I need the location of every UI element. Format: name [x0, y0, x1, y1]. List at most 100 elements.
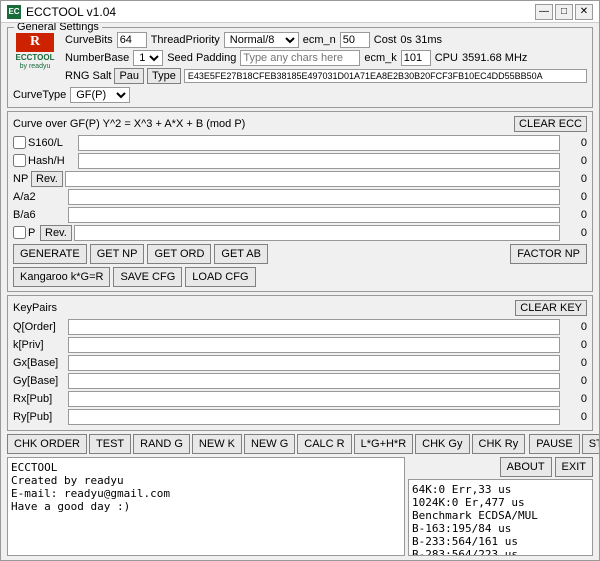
general-settings-group: General Settings R ECCTOOL by readyu Cur…: [7, 27, 593, 108]
curve-type-row: CurveType GF(P): [13, 87, 587, 103]
action-row2: Kangaroo k*G=R SAVE CFG LOAD CFG: [13, 267, 587, 287]
test-button[interactable]: TEST: [89, 434, 131, 454]
p-rev-button[interactable]: Rev.: [40, 225, 72, 241]
k-priv-value: 0: [562, 339, 587, 351]
factor-np-button[interactable]: FACTOR NP: [510, 244, 587, 264]
thread-priority-select[interactable]: Normal/8: [224, 32, 299, 48]
log-line-4: Have a good day :): [11, 500, 401, 513]
rx-row: Rx[Pub] 0: [13, 390, 587, 407]
k-priv-input[interactable]: [68, 337, 560, 353]
chk-gy-button[interactable]: CHK Gy: [415, 434, 469, 454]
s160-checkbox[interactable]: [13, 136, 26, 149]
curve-bits-label: CurveBits: [65, 34, 113, 46]
np-input[interactable]: [65, 171, 560, 187]
new-k-button[interactable]: NEW K: [192, 434, 242, 454]
b-value: 0: [562, 209, 587, 221]
keypairs-section: KeyPairs CLEAR KEY Q[Order] 0 k[Priv] 0 …: [7, 295, 593, 431]
ry-label: Ry[Pub]: [13, 411, 68, 423]
logo-ecctool: ECCTOOL: [16, 53, 55, 63]
p-checkbox[interactable]: [13, 226, 26, 239]
stop-button[interactable]: STOP: [582, 434, 599, 454]
clear-ecc-button[interactable]: CLEAR ECC: [514, 116, 587, 132]
s160-input[interactable]: [78, 135, 560, 151]
a-input[interactable]: [68, 189, 560, 205]
output-line-3: Benchmark ECDSA/MUL: [412, 509, 589, 522]
ry-input[interactable]: [68, 409, 560, 425]
chk-order-button[interactable]: CHK ORDER: [7, 434, 87, 454]
gy-row: Gy[Base] 0: [13, 372, 587, 389]
s160-row: S160/L 0: [13, 134, 587, 151]
log-panel: ECCTOOL Created by readyu E-mail: readyu…: [7, 457, 405, 556]
close-button[interactable]: ✕: [575, 4, 593, 20]
hash-value: 0: [562, 155, 587, 167]
window-controls: — □ ✕: [535, 4, 593, 20]
ecm-k-input[interactable]: [401, 50, 431, 66]
bottom-action-row: CHK ORDER TEST RAND G NEW K NEW G CALC R…: [7, 434, 593, 454]
exit-button[interactable]: EXIT: [555, 457, 593, 477]
gx-value: 0: [562, 357, 587, 369]
about-button[interactable]: ABOUT: [500, 457, 552, 477]
output-panel: 64K:0 Err,33 us 1024K:0 Er,477 us Benchm…: [408, 479, 593, 556]
maximize-button[interactable]: □: [555, 4, 573, 20]
s160-label: S160/L: [28, 137, 78, 149]
gy-value: 0: [562, 375, 587, 387]
cpu-value: 3591.68 MHz: [462, 52, 527, 64]
p-value: 0: [562, 227, 587, 239]
curve-bits-input[interactable]: [117, 32, 147, 48]
rng-value: E43E5FE27B18CFEB38185E497031D01A71EA8E2B…: [184, 69, 587, 83]
curve-type-label: CurveType: [13, 89, 66, 101]
minimize-button[interactable]: —: [535, 4, 553, 20]
rng-pau-button[interactable]: Pau: [114, 68, 144, 84]
main-window: EC ECCTOOL v1.04 — □ ✕ General Settings …: [0, 0, 600, 561]
np-row: NP Rev. 0: [13, 170, 587, 187]
ecm-n-input[interactable]: [340, 32, 370, 48]
ry-row: Ry[Pub] 0: [13, 408, 587, 425]
number-base-select[interactable]: 16: [133, 50, 163, 66]
get-ab-button[interactable]: GET AB: [214, 244, 268, 264]
settings-row2: NumberBase 16 Seed Padding ecm_k CPU 359…: [65, 50, 587, 66]
curve-type-select[interactable]: GF(P): [70, 87, 130, 103]
gx-input[interactable]: [68, 355, 560, 371]
generate-button[interactable]: GENERATE: [13, 244, 87, 264]
hash-input[interactable]: [78, 153, 560, 169]
app-icon-label: EC: [8, 7, 19, 16]
chk-ry-button[interactable]: CHK Ry: [472, 434, 526, 454]
settings-row1: CurveBits ThreadPriority Normal/8 ecm_n …: [65, 32, 587, 48]
kangaroo-button[interactable]: Kangaroo k*G=R: [13, 267, 110, 287]
get-np-button[interactable]: GET NP: [90, 244, 145, 264]
load-cfg-button[interactable]: LOAD CFG: [185, 267, 255, 287]
lgh-button[interactable]: L*G+H*R: [354, 434, 414, 454]
general-settings-top: R ECCTOOL by readyu CurveBits ThreadPrio…: [13, 32, 587, 84]
seed-padding-input[interactable]: [240, 50, 360, 66]
q-order-input[interactable]: [68, 319, 560, 335]
b-row: B/a6 0: [13, 206, 587, 223]
pause-button[interactable]: PAUSE: [529, 434, 579, 454]
s160-value: 0: [562, 137, 587, 149]
clear-key-button[interactable]: CLEAR KEY: [515, 300, 587, 316]
gx-row: Gx[Base] 0: [13, 354, 587, 371]
gy-label: Gy[Base]: [13, 375, 68, 387]
rand-g-button[interactable]: RAND G: [133, 434, 190, 454]
thread-priority-label: ThreadPriority: [151, 34, 220, 46]
ecm-k-label: ecm_k: [364, 52, 396, 64]
output-line-6: B-283:564/223 us: [412, 548, 589, 556]
right-panel: ABOUT EXIT 64K:0 Err,33 us 1024K:0 Er,47…: [408, 457, 593, 556]
rx-input[interactable]: [68, 391, 560, 407]
hash-checkbox[interactable]: [13, 154, 26, 167]
p-label: P: [28, 227, 40, 239]
seed-padding-label: Seed Padding: [167, 52, 236, 64]
bottom-panel: ECCTOOL Created by readyu E-mail: readyu…: [7, 457, 593, 556]
np-rev-button[interactable]: Rev.: [31, 171, 63, 187]
rng-type-button[interactable]: Type: [147, 68, 181, 84]
b-input[interactable]: [68, 207, 560, 223]
about-exit-row: ABOUT EXIT: [408, 457, 593, 477]
p-input[interactable]: [74, 225, 560, 241]
get-ord-button[interactable]: GET ORD: [147, 244, 211, 264]
save-cfg-button[interactable]: SAVE CFG: [113, 267, 182, 287]
calc-r-button[interactable]: CALC R: [297, 434, 351, 454]
np-value: 0: [562, 173, 587, 185]
new-g-button[interactable]: NEW G: [244, 434, 295, 454]
cost-label: Cost: [374, 34, 397, 46]
gy-input[interactable]: [68, 373, 560, 389]
hash-label: Hash/H: [28, 155, 78, 167]
